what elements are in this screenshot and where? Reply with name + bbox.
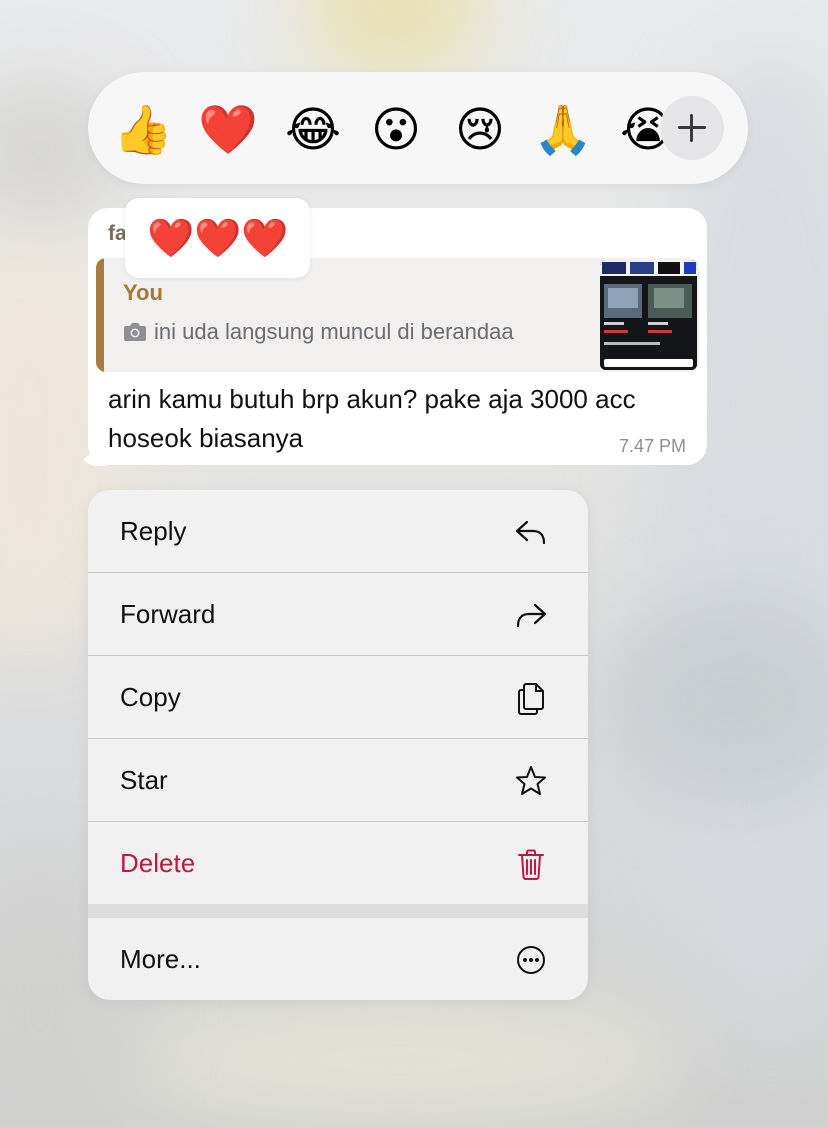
star-icon [516,766,546,795]
menu-group-separator [88,904,588,918]
more-label: More... [120,944,201,974]
reaction-picker: 👍 ❤️ 😂 😮 😢 🙏 😭 [88,72,748,184]
reply-arrow-icon [515,520,546,545]
crying-reaction[interactable]: 😢 [450,100,510,160]
copy-label: Copy [120,682,181,712]
message-reactions[interactable]: ❤️ ❤️ ❤️ [125,198,310,278]
camera-icon [124,323,146,341]
quoted-image-thumbnail [600,260,697,370]
message-timestamp: 7.47 PM [618,436,686,456]
quote-author: You [123,280,163,305]
delete-menu-item[interactable]: Delete [88,822,588,905]
heart-reaction: ❤️ [147,216,195,260]
forward-menu-item[interactable]: Forward [88,573,588,656]
heart-reaction: ❤️ [241,216,289,260]
star-label: Star [120,765,168,795]
thumbs-up-reaction[interactable]: 👍 [113,100,173,160]
quote-accent-bar [96,258,104,372]
heart-reaction: ❤️ [194,216,242,260]
copy-menu-item[interactable]: Copy [88,656,588,739]
star-menu-item[interactable]: Star [88,739,588,822]
copy-icon [518,683,544,715]
folded-hands-reaction[interactable]: 🙏 [533,100,593,160]
tears-of-joy-reaction[interactable]: 😂 [283,100,343,160]
sender-name: fa [108,222,127,245]
reply-label: Reply [120,516,187,546]
delete-label: Delete [120,848,196,878]
message-text: arin kamu butuh brp akun? pake aja 3000 … [108,384,636,453]
more-ellipsis-icon [517,946,545,974]
quote-text: ini uda langsung muncul di berandaa [154,319,514,344]
forward-label: Forward [120,599,216,629]
reply-menu-item[interactable]: Reply [88,490,588,573]
trash-icon [518,849,544,880]
more-menu-item[interactable]: More... [88,918,588,1000]
red-heart-reaction[interactable]: ❤️ [198,100,258,160]
message-context-menu: Reply Forward Copy Star Delete More... [88,490,588,1000]
surprised-reaction[interactable]: 😮 [366,100,426,160]
forward-arrow-icon [516,603,547,628]
more-reactions-button[interactable] [660,96,724,160]
